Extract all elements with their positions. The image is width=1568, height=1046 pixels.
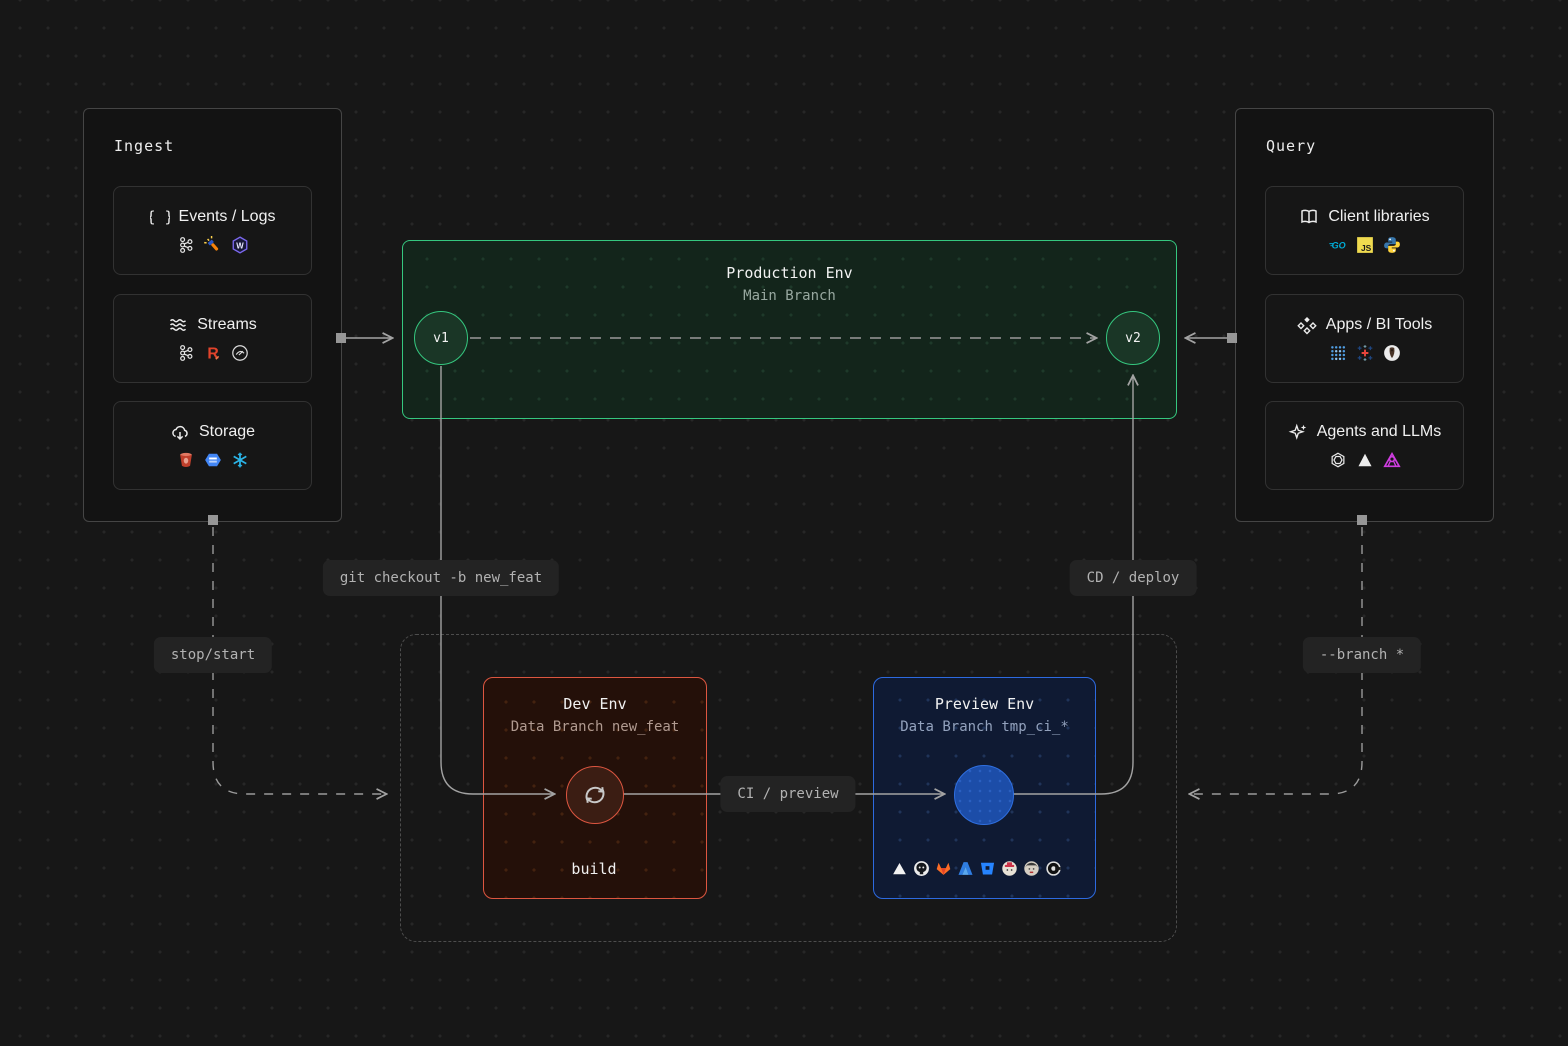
s3-icon: [177, 451, 195, 469]
preview-env-title: Preview Env: [874, 695, 1095, 713]
braces-icon: { }: [150, 207, 170, 227]
events-logs-text: Events / Logs: [179, 208, 276, 226]
cd-deploy-pill: CD / deploy: [1070, 560, 1197, 596]
anthropic-icon: [1356, 451, 1374, 469]
storage-text: Storage: [199, 423, 255, 441]
metabase-icon: [1329, 344, 1347, 362]
python-icon: [1383, 236, 1401, 254]
kafka-icon: [177, 344, 195, 362]
apps-bi-tools-icon-row: [1329, 344, 1401, 362]
build-circle: [566, 766, 624, 824]
vercel-icon: [891, 860, 908, 877]
svg-text:{ }: { }: [150, 208, 170, 226]
kafka-icon: [177, 236, 195, 254]
query-panel: Query Client libraries GO JS Apps / BI To…: [1235, 108, 1494, 522]
warpstream-icon: W: [231, 236, 249, 254]
streams-text: Streams: [197, 316, 257, 334]
torch-icon: [204, 236, 222, 254]
branch-flag-pill: --branch *: [1303, 637, 1421, 673]
refresh-icon: [578, 778, 612, 812]
go-icon: GO: [1329, 236, 1347, 254]
jenkins-icon: [1023, 860, 1040, 877]
preview-env-subtitle: Data Branch tmp_ci_*: [874, 719, 1095, 735]
stop-start-pill: stop/start: [154, 637, 272, 673]
apps-bi-tools-card: Apps / BI Tools: [1265, 294, 1464, 383]
dev-env-title: Dev Env: [484, 695, 706, 713]
query-panel-title: Query: [1266, 137, 1316, 155]
node-v1-label: v1: [433, 331, 449, 346]
circleci-icon: [1045, 860, 1062, 877]
build-label: build: [483, 860, 705, 878]
redpanda-icon: R: [204, 344, 222, 362]
agents-llms-text: Agents and LLMs: [1317, 423, 1442, 441]
gitlab-icon: [935, 860, 952, 877]
book-icon: [1299, 207, 1319, 227]
client-libraries-icon-row: GO JS: [1329, 236, 1401, 254]
production-env-title: Production Env: [403, 264, 1176, 282]
streams-icon-row: R: [177, 344, 249, 362]
production-env-box: Production Env Main Branch: [402, 240, 1177, 419]
gcs-icon: [204, 451, 222, 469]
svg-text:R: R: [207, 346, 219, 362]
cloud-download-icon: [170, 422, 190, 442]
dev-env-subtitle: Data Branch new_feat: [484, 719, 706, 735]
diagram-canvas: Ingest { } Events / Logs W Streams R Sto…: [0, 0, 1568, 1046]
streams-card: Streams R: [113, 294, 312, 383]
apps-bi-tools-text: Apps / BI Tools: [1326, 316, 1432, 334]
events-logs-label: { } Events / Logs: [150, 207, 276, 227]
agents-llms-card: Agents and LLMs: [1265, 401, 1464, 490]
storage-card: Storage: [113, 401, 312, 490]
svg-text:JS: JS: [1360, 243, 1371, 253]
storage-label: Storage: [170, 422, 255, 442]
snowflake-icon: [231, 451, 249, 469]
diamonds-icon: [1297, 315, 1317, 335]
preview-node-circle: [954, 765, 1014, 825]
apps-bi-tools-label: Apps / BI Tools: [1297, 315, 1432, 335]
agent-prism-icon: [1383, 451, 1401, 469]
events-logs-icon-row: W: [177, 236, 249, 254]
travis-icon: [1001, 860, 1018, 877]
events-logs-card: { } Events / Logs W: [113, 186, 312, 275]
bi-avatar-icon: [1383, 344, 1401, 362]
waves-icon: [168, 315, 188, 335]
node-v2: v2: [1106, 311, 1160, 365]
ingest-panel-title: Ingest: [114, 137, 174, 155]
git-checkout-pill: git checkout -b new_feat: [323, 560, 559, 596]
bitbucket-icon: [979, 860, 996, 877]
ci-preview-pill: CI / preview: [720, 776, 855, 812]
azure-icon: [957, 860, 974, 877]
svg-text:W: W: [236, 241, 244, 250]
client-libraries-card: Client libraries GO JS: [1265, 186, 1464, 275]
ingest-panel: Ingest { } Events / Logs W Streams R Sto…: [83, 108, 342, 522]
agents-llms-label: Agents and LLMs: [1288, 422, 1442, 442]
ci-providers-icon-row: [891, 860, 1062, 877]
agents-llms-icon-row: [1329, 451, 1401, 469]
tableau-icon: [1356, 344, 1374, 362]
pulsar-icon: [231, 344, 249, 362]
openai-icon: [1329, 451, 1347, 469]
javascript-icon: JS: [1356, 236, 1374, 254]
client-libraries-text: Client libraries: [1328, 208, 1429, 226]
sparkles-icon: [1288, 422, 1308, 442]
storage-icon-row: [177, 451, 249, 469]
svg-text:GO: GO: [1331, 240, 1345, 250]
streams-label: Streams: [168, 315, 257, 335]
production-env-subtitle: Main Branch: [403, 288, 1176, 304]
client-libraries-label: Client libraries: [1299, 207, 1429, 227]
github-icon: [913, 860, 930, 877]
node-v2-label: v2: [1125, 331, 1141, 346]
node-v1: v1: [414, 311, 468, 365]
